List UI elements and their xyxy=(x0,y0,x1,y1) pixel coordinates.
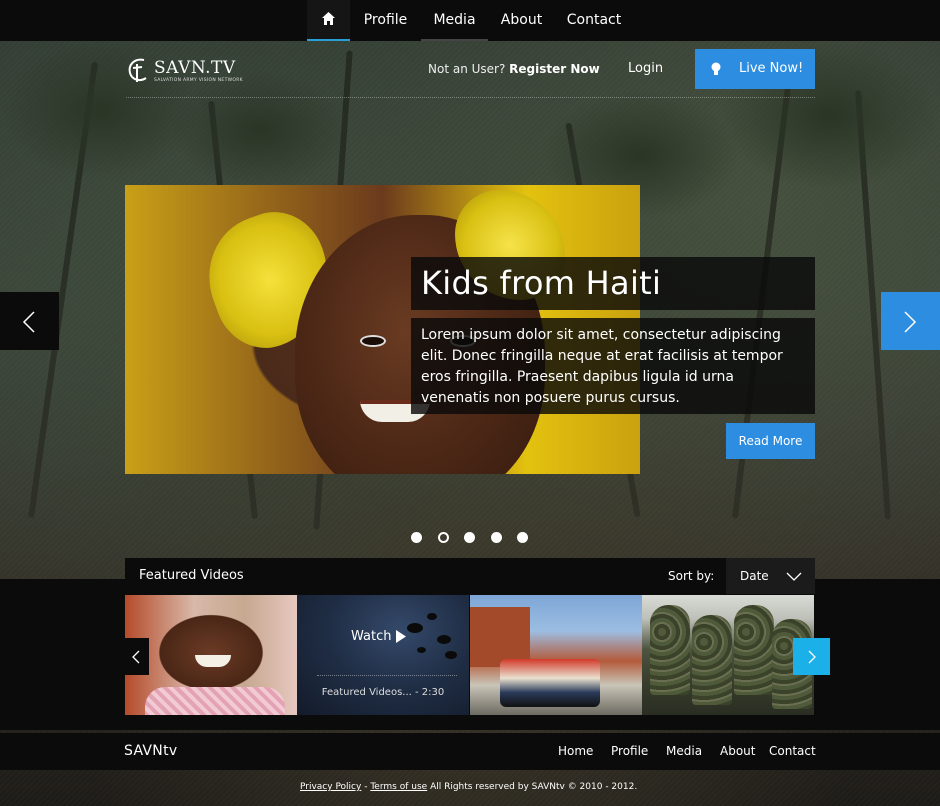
featured-next-button[interactable] xyxy=(793,638,830,675)
logo-mark-icon xyxy=(128,58,147,82)
play-icon xyxy=(396,630,406,643)
nav-media[interactable]: Media xyxy=(421,0,488,41)
featured-title: Featured Videos xyxy=(139,568,244,583)
chevron-left-icon xyxy=(132,650,140,664)
register-link[interactable]: Register Now xyxy=(509,62,600,76)
video-thumbnail-2[interactable]: Watch Featured Videos... - 2:30 xyxy=(297,595,469,715)
nav-profile[interactable]: Profile xyxy=(350,0,421,41)
slide-description: Lorem ipsum dolor sit amet, consectetur … xyxy=(411,318,815,414)
slider-dot-3[interactable] xyxy=(464,532,475,543)
site-logo[interactable]: SAVN.TV SALVATION ARMY VISION NETWORK xyxy=(126,56,246,90)
live-now-button[interactable]: Live Now! xyxy=(695,49,815,89)
nav-home[interactable] xyxy=(307,0,350,41)
chevron-left-icon xyxy=(22,311,35,333)
home-icon xyxy=(322,12,335,29)
register-prompt: Not an User? Register Now xyxy=(428,62,600,76)
logo-text: SAVN.TV xyxy=(154,58,236,78)
video-thumbnail-3[interactable] xyxy=(470,595,642,715)
login-link[interactable]: Login xyxy=(628,61,663,76)
legal-bar: Privacy Policy - Terms of use All Rights… xyxy=(300,782,637,792)
footer-link-contact[interactable]: Contact xyxy=(769,744,816,758)
video-thumbnail-4[interactable] xyxy=(642,595,814,715)
footer-link-media[interactable]: Media xyxy=(666,744,702,758)
sort-value: Date xyxy=(740,569,769,583)
sort-label: Sort by: xyxy=(668,569,715,583)
privacy-policy-link[interactable]: Privacy Policy xyxy=(300,782,361,792)
slider-next-button[interactable] xyxy=(881,292,940,350)
watch-label: Watch xyxy=(351,629,392,644)
nav-about[interactable]: About xyxy=(488,0,555,41)
slider-dot-4[interactable] xyxy=(491,532,502,543)
footer-link-about[interactable]: About xyxy=(720,744,755,758)
read-more-button[interactable]: Read More xyxy=(726,423,815,459)
sort-dropdown[interactable]: Date xyxy=(726,558,815,594)
footer-link-home[interactable]: Home xyxy=(558,744,593,758)
copyright-text: All Rights reserved by SAVNtv © 2010 - 2… xyxy=(430,782,638,792)
chevron-right-icon xyxy=(904,311,917,333)
slider-dot-5[interactable] xyxy=(517,532,528,543)
video-meta: Featured Videos... - 2:30 xyxy=(321,687,445,698)
slider-dot-2[interactable] xyxy=(438,532,449,543)
footer-link-profile[interactable]: Profile xyxy=(611,744,648,758)
logo-tagline: SALVATION ARMY VISION NETWORK xyxy=(154,78,243,83)
terms-link[interactable]: Terms of use xyxy=(370,782,427,792)
live-now-label: Live Now! xyxy=(739,61,804,76)
slider-prev-button[interactable] xyxy=(0,292,59,350)
not-user-text: Not an User? xyxy=(428,62,506,76)
watch-button[interactable]: Watch xyxy=(351,629,406,644)
video-thumbnail-1[interactable] xyxy=(125,595,297,715)
header-divider xyxy=(126,97,815,98)
chevron-right-icon xyxy=(808,650,816,664)
featured-prev-button[interactable] xyxy=(125,638,149,675)
legal-separator: - xyxy=(364,782,368,792)
lightbulb-icon xyxy=(711,62,721,75)
top-navigation: Profile Media About Contact xyxy=(0,0,940,41)
nav-contact[interactable]: Contact xyxy=(555,0,633,41)
footer-brand: SAVNtv xyxy=(124,743,178,759)
chevron-down-icon xyxy=(786,572,802,581)
slider-dot-1[interactable] xyxy=(411,532,422,543)
slide-title: Kids from Haiti xyxy=(411,257,815,310)
